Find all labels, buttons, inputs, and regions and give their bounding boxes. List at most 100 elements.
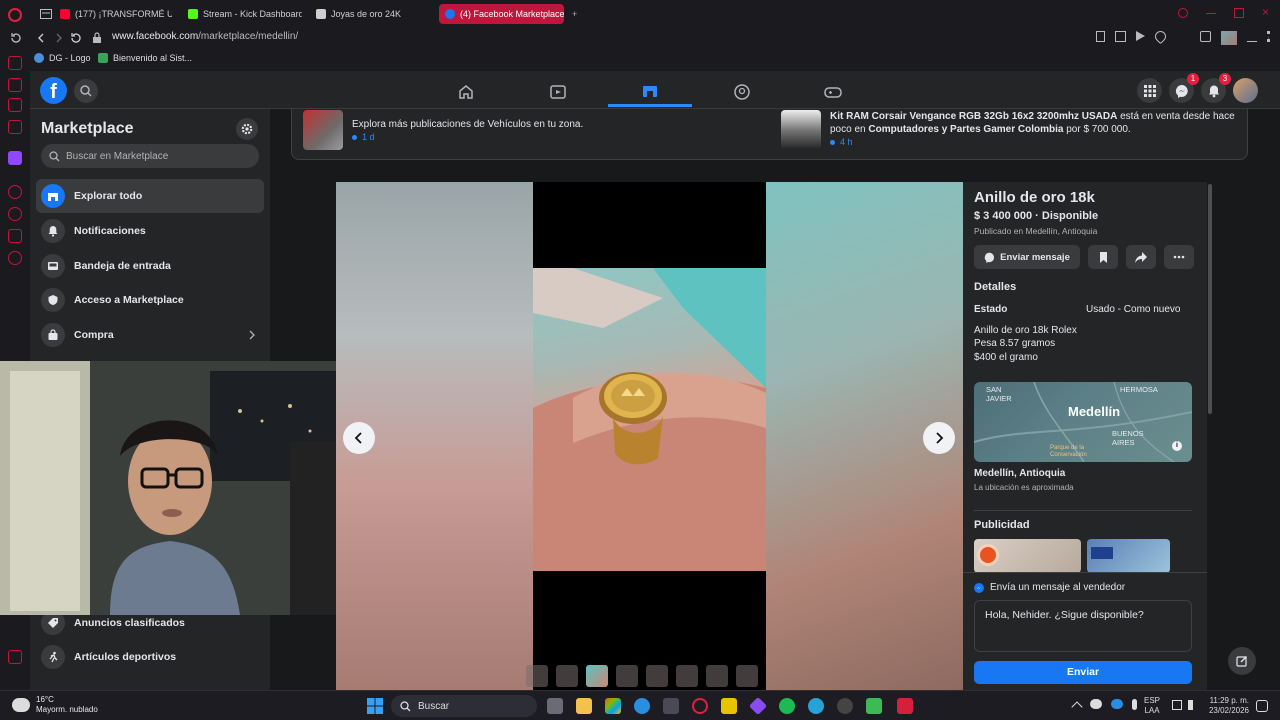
new-message-button[interactable]: [1228, 647, 1256, 675]
sidebar-icon-6[interactable]: [8, 229, 22, 243]
search-button[interactable]: [74, 79, 98, 103]
tab-joyas[interactable]: Joyas de oro 24K: [310, 4, 420, 24]
tab-kick[interactable]: Stream - Kick Dashboard: [182, 4, 302, 24]
cloud-icon[interactable]: [1090, 699, 1102, 709]
download-icon[interactable]: [1247, 31, 1257, 42]
details-scrollbar[interactable]: [1208, 184, 1212, 414]
bookmark-bienvenido[interactable]: Bienvenido al Sist...: [98, 53, 192, 63]
sponsored-ad[interactable]: [1087, 539, 1170, 573]
save-button[interactable]: [1088, 245, 1118, 269]
task-view-icon[interactable]: [547, 698, 563, 714]
photo-thumbnail[interactable]: [676, 665, 698, 687]
more-options-button[interactable]: [1164, 245, 1194, 269]
send-message-button[interactable]: Enviar mensaje: [974, 245, 1080, 269]
app-icon-blue[interactable]: [808, 698, 824, 714]
app-icon-purple[interactable]: [748, 696, 768, 716]
reload-icon-side[interactable]: [10, 32, 22, 44]
mic-icon[interactable]: [1132, 699, 1137, 710]
nav-video[interactable]: [516, 77, 600, 107]
play-icon[interactable]: [1136, 31, 1145, 41]
onedrive-icon[interactable]: [1111, 699, 1123, 709]
windows-start-icon[interactable]: [367, 698, 383, 714]
copilot-icon[interactable]: [605, 698, 621, 714]
obs-icon[interactable]: [837, 698, 853, 714]
url-field[interactable]: www.facebook.com/marketplace/medellin/: [112, 31, 298, 42]
photo-thumbnail[interactable]: [646, 665, 668, 687]
spotify-icon[interactable]: [779, 698, 795, 714]
notifications-button[interactable]: 3: [1201, 73, 1231, 103]
minimize-icon[interactable]: [1206, 8, 1216, 14]
nav-gaming[interactable]: [791, 77, 875, 107]
notification-center-icon[interactable]: [1256, 700, 1268, 712]
sidebar-icon-2[interactable]: [8, 78, 22, 92]
sidebar-item-deportivos[interactable]: Artículos deportivos: [36, 640, 264, 674]
chevron-up-icon[interactable]: [1071, 701, 1083, 713]
app-icon-green[interactable]: [866, 698, 882, 714]
photo-thumbnail[interactable]: [556, 665, 578, 687]
gx-icon[interactable]: [8, 650, 22, 664]
snapshot-icon[interactable]: [1115, 31, 1126, 42]
heart-icon[interactable]: [1152, 28, 1169, 45]
listing-photo[interactable]: [533, 268, 766, 571]
reload-icon[interactable]: [70, 32, 82, 44]
photo-thumbnail[interactable]: [706, 665, 728, 687]
opera-gx-icon[interactable]: [692, 698, 708, 714]
messenger-button[interactable]: 1: [1169, 73, 1199, 103]
sidebar-item-compra[interactable]: Compra: [36, 318, 264, 352]
settings-button[interactable]: [236, 118, 258, 140]
menu-button[interactable]: [1137, 78, 1162, 103]
bookmark-dg-logo[interactable]: DG - Logo: [34, 53, 91, 63]
facebook-logo-icon[interactable]: f: [40, 77, 67, 104]
send-button[interactable]: Enviar: [974, 661, 1192, 684]
history-icon[interactable]: [8, 207, 22, 221]
app-icon-red[interactable]: [897, 698, 913, 714]
maximize-icon[interactable]: [1234, 8, 1244, 18]
sidebar-item-bandeja[interactable]: Bandeja de entrada: [36, 249, 264, 283]
info-icon[interactable]: i: [1172, 441, 1182, 451]
location-map[interactable]: SAN JAVIER HERMOSA Medellín BUENOS AIRES…: [974, 382, 1192, 462]
next-photo-button[interactable]: [923, 422, 955, 454]
tab-facebook-marketplace[interactable]: (4) Facebook Marketplace ×: [439, 4, 564, 24]
pin-icon[interactable]: [1096, 31, 1105, 42]
edge-icon[interactable]: [634, 698, 650, 714]
app-icon-yellow[interactable]: [721, 698, 737, 714]
file-explorer-icon[interactable]: [576, 698, 592, 714]
message-input[interactable]: Hola, Nehider. ¿Sigue disponible?: [974, 600, 1192, 652]
back-icon[interactable]: [35, 32, 47, 44]
sidebar-item-acceso[interactable]: Acceso a Marketplace: [36, 283, 264, 317]
sponsored-ad[interactable]: [974, 539, 1081, 573]
store-icon[interactable]: [663, 698, 679, 714]
profile-avatar-icon[interactable]: [1221, 31, 1237, 45]
new-tab-button[interactable]: +: [566, 4, 583, 24]
opera-logo-icon[interactable]: [8, 8, 22, 22]
close-window-icon[interactable]: ×: [1262, 6, 1272, 18]
nav-marketplace[interactable]: [608, 77, 692, 107]
profile-avatar[interactable]: [1233, 78, 1258, 103]
photo-thumbnail[interactable]: [586, 665, 608, 687]
photo-thumbnail[interactable]: [616, 665, 638, 687]
sidebar-icon-4[interactable]: [8, 120, 22, 134]
extensions-icon[interactable]: [1200, 31, 1211, 42]
quick-settings[interactable]: [1172, 700, 1198, 710]
marketplace-search-input[interactable]: Buscar en Marketplace: [41, 144, 259, 168]
sidebar-item-explorar-todo[interactable]: Explorar todo: [36, 179, 264, 213]
taskbar-search[interactable]: Buscar: [391, 695, 537, 717]
search-tabs-icon[interactable]: [1178, 8, 1188, 18]
tab-youtube[interactable]: (177) ¡TRANSFORMÉ UN R: [54, 4, 172, 24]
settings-icon[interactable]: [8, 251, 22, 265]
suggestion-vehiculos[interactable]: Explora más publicaciones de Vehículos e…: [303, 110, 623, 150]
forward-icon[interactable]: [53, 32, 65, 44]
suggestion-ram[interactable]: Kit RAM Corsair Vengance RGB 32Gb 16x2 3…: [781, 110, 1241, 150]
share-button[interactable]: [1126, 245, 1156, 269]
sidebar-icon-3[interactable]: [8, 98, 22, 112]
nav-groups[interactable]: [700, 77, 784, 107]
clock[interactable]: 11:29 p. m. 23/02/2026: [1203, 696, 1249, 716]
language-indicator[interactable]: ESP LAA: [1144, 696, 1160, 716]
previous-photo-button[interactable]: [343, 422, 375, 454]
nav-home[interactable]: [424, 77, 508, 107]
sidebar-item-notificaciones[interactable]: Notificaciones: [36, 214, 264, 248]
menu-icon[interactable]: [1267, 31, 1270, 42]
twitch-icon[interactable]: [8, 151, 22, 165]
photo-thumbnail[interactable]: [736, 665, 758, 687]
photo-thumbnail[interactable]: [526, 665, 548, 687]
